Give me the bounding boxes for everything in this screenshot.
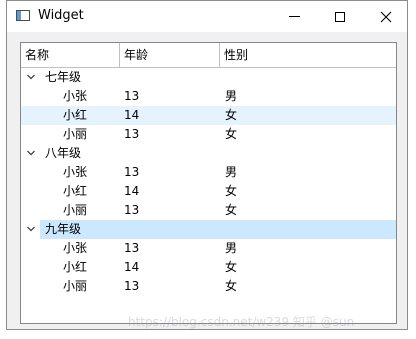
tree-child-row[interactable]: 小张 13 男 xyxy=(21,163,396,182)
widget-window: Widget 名称 年龄 性别 七年级 小张 13 男小红 14 女小丽 13 女八年级 小张 1… xyxy=(6,0,408,330)
close-icon xyxy=(380,11,392,22)
tree-group-row[interactable]: 七年级 xyxy=(21,68,396,87)
cell-gender: 女 xyxy=(225,184,238,198)
tree-group-row[interactable]: 九年级 xyxy=(21,220,396,239)
cell-gender: 男 xyxy=(225,89,238,103)
cell-name: 小张 xyxy=(63,165,88,179)
cell-name: 小丽 xyxy=(63,203,88,217)
cell-gender: 男 xyxy=(225,241,238,255)
maximize-button[interactable] xyxy=(317,1,363,32)
cell-age: 14 xyxy=(124,260,140,274)
minimize-button[interactable] xyxy=(271,1,317,32)
cell-gender: 男 xyxy=(225,165,238,179)
tree-child-row[interactable]: 小张 13 男 xyxy=(21,87,396,106)
cell-name: 小红 xyxy=(63,184,88,198)
tree-child-row[interactable]: 小丽 13 女 xyxy=(21,277,396,296)
cell-age: 13 xyxy=(124,241,140,255)
minimize-icon xyxy=(288,16,300,17)
group-label: 九年级 xyxy=(45,222,82,236)
cell-age: 14 xyxy=(124,108,140,122)
cell-gender: 女 xyxy=(225,203,238,217)
tree-widget[interactable]: 名称 年龄 性别 七年级 小张 13 男小红 14 女小丽 13 女八年级 小张 13 男小红 14 女… xyxy=(20,42,397,324)
cell-name: 小张 xyxy=(63,89,88,103)
tree-group-row[interactable]: 八年级 xyxy=(21,144,396,163)
tree-child-row[interactable]: 小丽 13 女 xyxy=(21,201,396,220)
cell-name: 小红 xyxy=(63,260,88,274)
window-title: Widget xyxy=(38,8,84,23)
close-button[interactable] xyxy=(363,1,409,32)
chevron-down-icon[interactable] xyxy=(27,149,35,157)
tree-child-row[interactable]: 小张 13 男 xyxy=(21,239,396,258)
tree-header: 名称 年龄 性别 xyxy=(21,43,396,68)
tree-child-row[interactable]: 小红 14 女 xyxy=(21,106,396,125)
cell-age: 13 xyxy=(124,127,140,141)
group-label: 八年级 xyxy=(45,146,82,160)
group-label: 七年级 xyxy=(45,70,82,84)
cell-gender: 女 xyxy=(225,127,238,141)
cell-age: 13 xyxy=(124,165,140,179)
cell-age: 14 xyxy=(124,184,140,198)
cell-gender: 女 xyxy=(225,279,238,293)
tree-child-row[interactable]: 小丽 13 女 xyxy=(21,125,396,144)
tree-child-row[interactable]: 小红 14 女 xyxy=(21,258,396,277)
chevron-down-icon[interactable] xyxy=(27,73,35,81)
tree-child-row[interactable]: 小红 14 女 xyxy=(21,182,396,201)
cell-gender: 女 xyxy=(225,260,238,274)
title-bar[interactable]: Widget xyxy=(7,1,407,32)
window-icon xyxy=(16,10,30,21)
header-age[interactable]: 年龄 xyxy=(120,43,220,67)
cell-age: 13 xyxy=(124,279,140,293)
cell-age: 13 xyxy=(124,203,140,217)
header-name[interactable]: 名称 xyxy=(21,43,120,67)
selection-highlight xyxy=(40,220,396,239)
cell-gender: 女 xyxy=(225,108,238,122)
chevron-down-icon[interactable] xyxy=(27,225,35,233)
cell-name: 小红 xyxy=(63,108,88,122)
watermark: https://blog.csdn.net/w239 知乎 @sun xyxy=(128,315,355,329)
cell-name: 小丽 xyxy=(63,279,88,293)
cell-name: 小张 xyxy=(63,241,88,255)
maximize-icon xyxy=(335,11,345,22)
header-gender[interactable]: 性别 xyxy=(220,43,396,67)
cell-name: 小丽 xyxy=(63,127,88,141)
cell-age: 13 xyxy=(124,89,140,103)
